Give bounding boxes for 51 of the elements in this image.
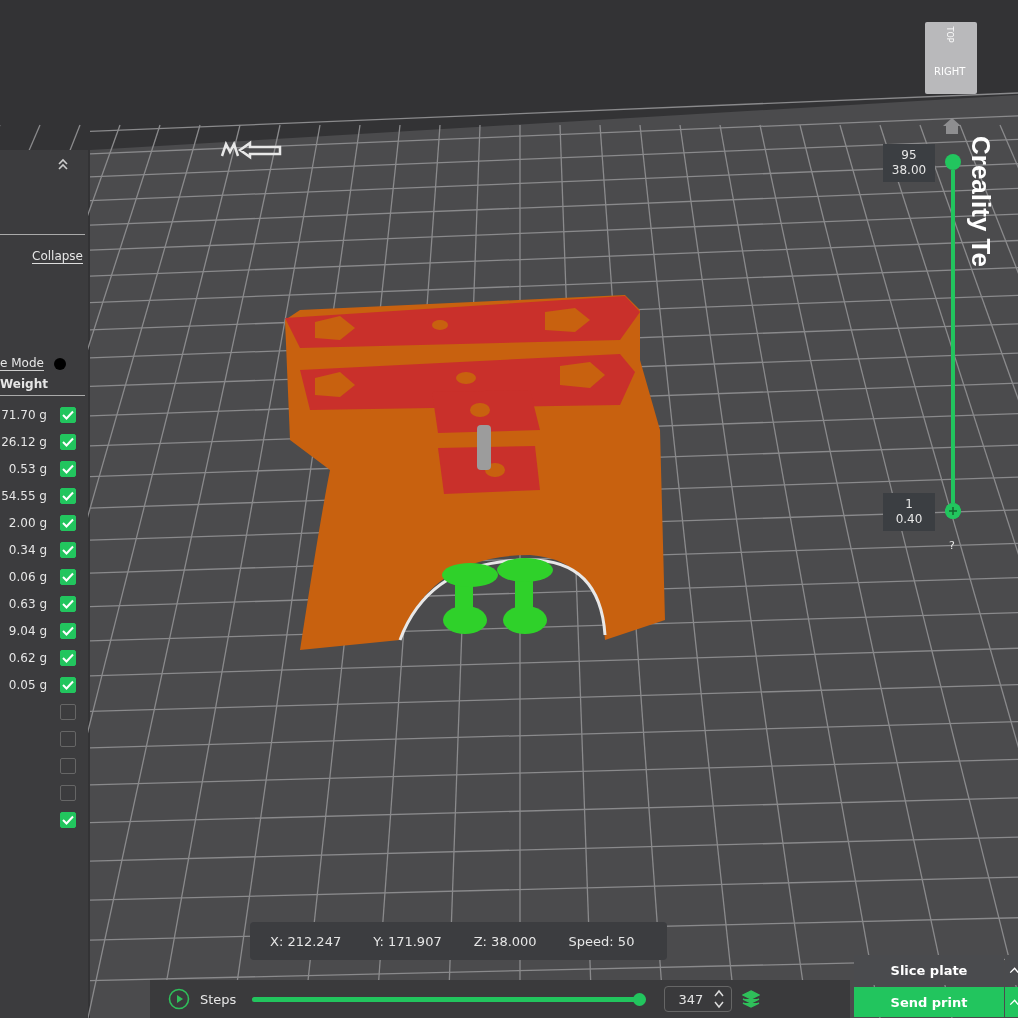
layers-icon[interactable] (742, 990, 761, 1008)
layer-label: 1 0.40 (883, 493, 935, 531)
spinner-arrows-icon[interactable] (713, 988, 726, 1010)
weight-value: 0.05 g (8, 677, 47, 692)
layer-slider-track[interactable] (951, 170, 955, 503)
readout-value: Speed: 50 (568, 933, 635, 949)
visibility-checkbox[interactable] (60, 811, 76, 828)
readout-value: Z: 38.000 (473, 933, 537, 949)
visibility-checkbox[interactable] (60, 568, 76, 585)
steps-label: Steps (200, 991, 237, 1007)
visibility-checkbox[interactable] (60, 622, 76, 639)
weight-value: 71.70 g (1, 407, 47, 422)
play-icon[interactable] (168, 988, 190, 1010)
visibility-checkbox[interactable] (60, 487, 76, 504)
home-icon[interactable] (943, 118, 961, 134)
weight-value: 0.63 g (8, 596, 47, 611)
mode-toggle-icon[interactable] (53, 357, 66, 370)
bed-label: Creality Te (965, 136, 996, 267)
visibility-checkbox[interactable] (60, 541, 76, 558)
visibility-checkbox[interactable] (60, 433, 76, 450)
visibility-checkbox[interactable] (60, 676, 76, 693)
cube-face-label: TOP (944, 26, 954, 43)
steps-slider-handle[interactable] (633, 992, 647, 1006)
collapse-chevron-icon[interactable] (58, 158, 68, 170)
weight-value: 0.53 g (8, 461, 47, 476)
weight-value: 0.62 g (8, 650, 47, 665)
collapse-link[interactable]: Collapse (32, 249, 83, 264)
weight-value: 0.34 g (8, 542, 47, 557)
weight-value: 26.12 g (1, 434, 47, 449)
cube-face-label: RIGHT (934, 66, 966, 77)
visibility-checkbox[interactable] (60, 730, 76, 747)
weight-value: 2.00 g (8, 515, 47, 530)
weight-header: Weight (0, 377, 85, 396)
action-button[interactable]: Slice plate (854, 955, 1004, 985)
visibility-checkbox[interactable] (60, 757, 76, 774)
mode-label[interactable]: e Mode (0, 356, 44, 371)
visibility-checkbox[interactable] (60, 784, 76, 801)
weight-value: 9.04 g (8, 623, 47, 638)
readout-value: Y: 171.907 (373, 933, 442, 949)
visibility-checkbox[interactable] (60, 460, 76, 477)
help-mark[interactable]: ? (949, 539, 955, 552)
readout-value: X: 212.247 (270, 933, 342, 949)
visibility-checkbox[interactable] (60, 649, 76, 666)
visibility-checkbox[interactable] (60, 595, 76, 612)
visibility-checkbox[interactable] (60, 514, 76, 531)
visibility-checkbox[interactable] (60, 703, 76, 720)
layer-label: 95 38.00 (883, 144, 935, 182)
steps-spinbox[interactable]: 347 (664, 986, 733, 1012)
weight-value: 54.55 g (1, 488, 47, 503)
visibility-checkbox[interactable] (60, 406, 76, 423)
weight-value: 0.06 g (8, 569, 47, 584)
